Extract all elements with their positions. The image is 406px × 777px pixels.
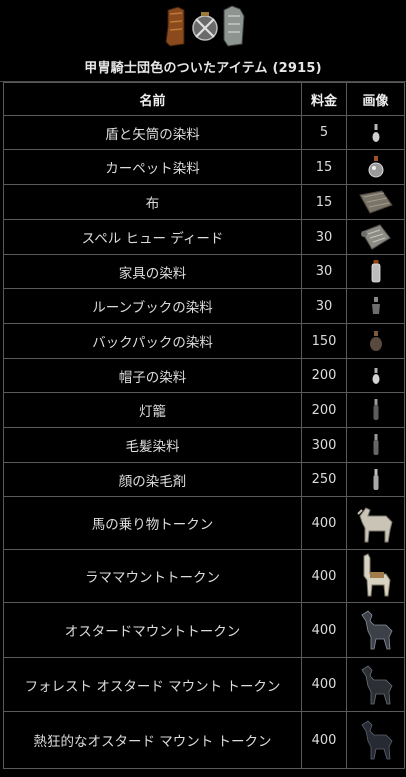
dye-flask-icon — [368, 156, 383, 178]
table-row: 熱狂的なオスタード マウント トークン 400 — [3, 711, 405, 769]
item-image — [346, 549, 405, 603]
table-row: オスタードマウントトークン 400 — [3, 602, 405, 658]
item-name: カーペット染料 — [3, 149, 302, 185]
item-price: 400 — [301, 711, 347, 769]
armor-emblem-icon — [165, 5, 245, 47]
forest-ostard-icon — [360, 664, 392, 704]
item-price: 15 — [301, 184, 347, 220]
llama-icon — [363, 553, 391, 597]
item-price: 400 — [301, 602, 347, 658]
item-image — [346, 711, 405, 769]
item-name: 毛髪染料 — [3, 427, 302, 463]
item-price: 400 — [301, 657, 347, 712]
table-row: 灯籠 200 — [3, 392, 405, 428]
table-row: 盾と矢筒の染料 5 — [3, 115, 405, 150]
item-name: フォレスト オスタード マウント トークン — [3, 657, 302, 712]
column-header-price: 料金 — [301, 82, 347, 116]
horse-icon — [356, 507, 393, 543]
cloth-roll-icon — [358, 190, 393, 214]
item-name: 馬の乗り物トークン — [3, 496, 302, 550]
table-row: 家具の染料 30 — [3, 254, 405, 289]
item-name: 灯籠 — [3, 392, 302, 428]
item-price: 250 — [301, 462, 347, 497]
item-image — [346, 602, 405, 658]
table-row: カーペット染料 15 — [3, 149, 405, 185]
column-header-image: 画像 — [346, 82, 405, 116]
item-name: 帽子の染料 — [3, 358, 302, 393]
facial-dye-icon — [373, 468, 378, 490]
item-image — [346, 657, 405, 712]
item-image — [346, 219, 405, 255]
table-row: 毛髪染料 300 — [3, 427, 405, 463]
hair-dye-icon — [373, 434, 378, 455]
item-name: 布 — [3, 184, 302, 220]
item-price: 30 — [301, 219, 347, 255]
item-image — [346, 184, 405, 220]
item-image — [346, 254, 405, 289]
item-price: 400 — [301, 496, 347, 550]
item-name: ラママウントトークン — [3, 549, 302, 603]
item-name: ルーンブックの染料 — [3, 288, 302, 324]
item-image — [346, 392, 405, 428]
table-row: ラママウントトークン 400 — [3, 549, 405, 603]
item-price: 200 — [301, 358, 347, 393]
table-row: 帽子の染料 200 — [3, 358, 405, 393]
panel-header: 甲冑騎士団色のついたアイテム (2915) — [0, 0, 406, 82]
item-price: 5 — [301, 115, 347, 150]
item-price: 30 — [301, 288, 347, 324]
item-image — [346, 462, 405, 497]
item-price: 400 — [301, 549, 347, 603]
lantern-icon — [373, 399, 378, 420]
frenzied-ostard-icon — [360, 720, 392, 760]
item-image — [346, 288, 405, 324]
column-header-name: 名前 — [3, 82, 302, 116]
table-row: バックパックの染料 150 — [3, 323, 405, 359]
dye-pouch-icon — [369, 331, 382, 351]
table-row: 顔の染毛剤 250 — [3, 462, 405, 497]
item-price: 30 — [301, 254, 347, 289]
small-dye-bottle-icon — [372, 367, 379, 384]
small-dye-bottle-icon — [372, 123, 379, 142]
item-name: バックパックの染料 — [3, 323, 302, 359]
table-row: 馬の乗り物トークン 400 — [3, 496, 405, 550]
item-name: 顔の染毛剤 — [3, 462, 302, 497]
table-header-row: 名前 料金 画像 — [3, 82, 405, 116]
dye-vial-icon — [371, 297, 380, 314]
page-title: 甲冑騎士団色のついたアイテム (2915) — [84, 61, 322, 76]
item-list-panel: 甲冑騎士団色のついたアイテム (2915) 名前 料金 画像 盾と矢筒の染料 5 — [0, 0, 406, 777]
item-name: 盾と矢筒の染料 — [3, 115, 302, 150]
item-name: 家具の染料 — [3, 254, 302, 289]
table-row: 布 15 — [3, 184, 405, 220]
dye-bottle-icon — [371, 259, 380, 282]
item-name: スペル ヒュー ディード — [3, 219, 302, 255]
table-row: フォレスト オスタード マウント トークン 400 — [3, 657, 405, 712]
item-image — [346, 358, 405, 393]
item-image — [346, 149, 405, 185]
table-row: スペル ヒュー ディード 30 — [3, 219, 405, 255]
item-name: オスタードマウントトークン — [3, 602, 302, 658]
item-price: 300 — [301, 427, 347, 463]
item-name: 熱狂的なオスタード マウント トークン — [3, 711, 302, 769]
header-emblem — [0, 4, 406, 50]
deed-scroll-icon — [360, 224, 391, 250]
item-image — [346, 496, 405, 550]
item-price: 150 — [301, 323, 347, 359]
table-row: ルーンブックの染料 30 — [3, 288, 405, 324]
items-table: 名前 料金 画像 盾と矢筒の染料 5 カーペット染料 15 布 15 スペル ヒ… — [3, 82, 405, 769]
item-price: 200 — [301, 392, 347, 428]
item-image — [346, 323, 405, 359]
item-image — [346, 427, 405, 463]
item-image — [346, 115, 405, 150]
item-price: 15 — [301, 149, 347, 185]
ostard-icon — [360, 610, 392, 650]
